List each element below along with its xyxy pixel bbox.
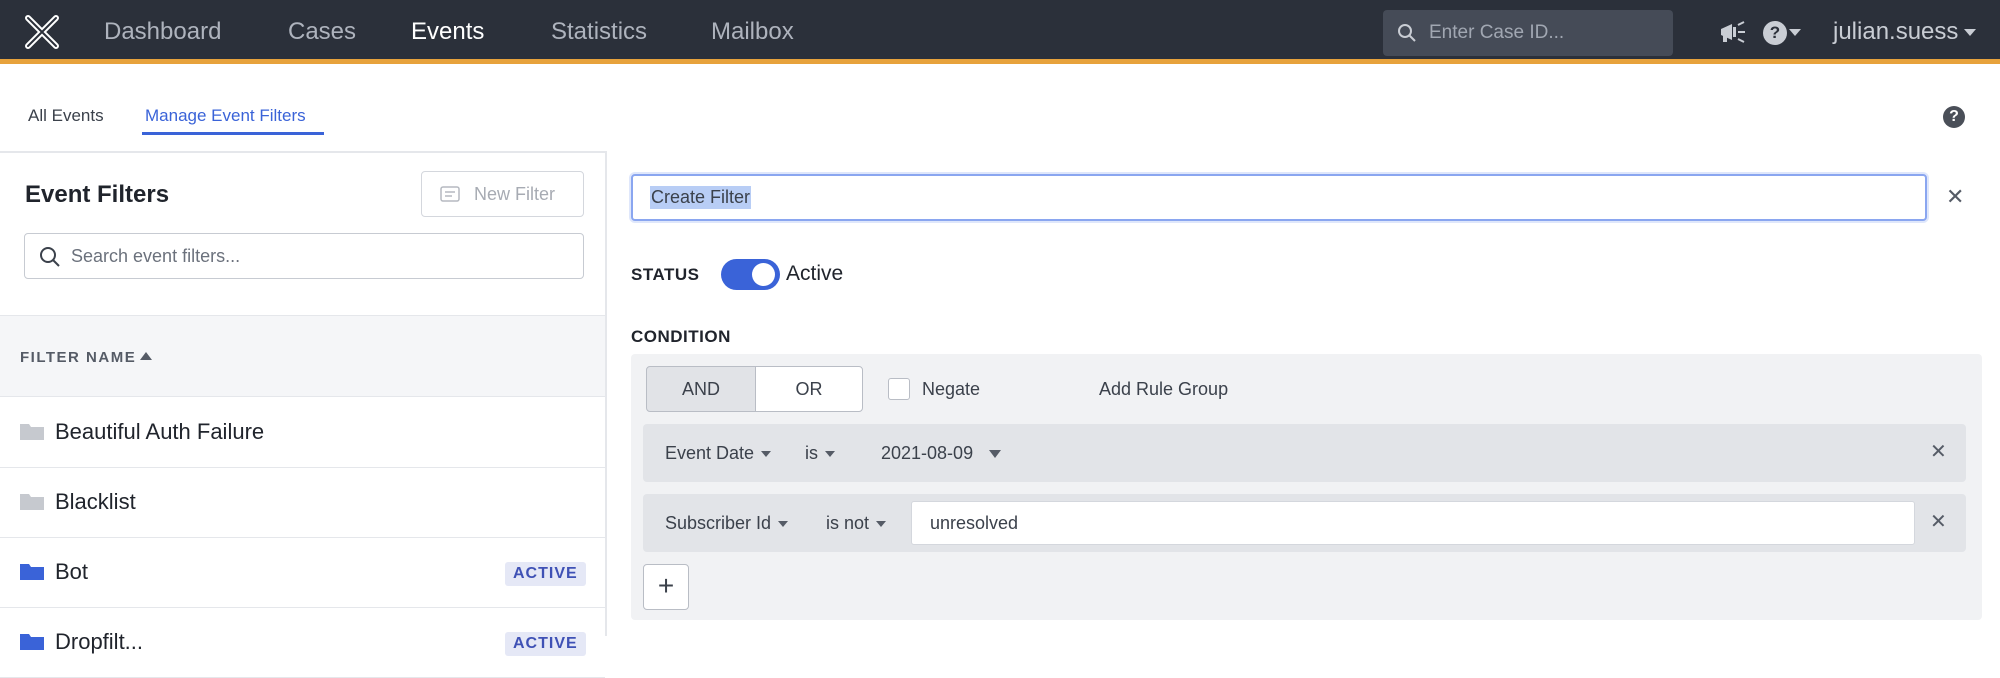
filter-name: Blacklist [55, 489, 136, 514]
announcements-icon[interactable] [1718, 20, 1746, 44]
rule-field-select[interactable]: Subscriber Id [665, 513, 789, 534]
remove-rule-icon[interactable]: ✕ [1930, 509, 1947, 534]
filter-row[interactable]: Blacklist [0, 468, 605, 538]
chevron-down-icon [876, 521, 887, 528]
or-button[interactable]: OR [755, 366, 863, 412]
status-label: STATUS [631, 265, 700, 284]
filter-doc-icon [440, 186, 460, 202]
nav-statistics[interactable]: Statistics [551, 18, 647, 46]
rule-field: Event Date [665, 443, 755, 463]
filter-list-panel: Event Filters New Filter FILTER NAME Bea… [0, 151, 607, 678]
toggle-knob [752, 263, 775, 286]
folder-icon [20, 494, 44, 510]
remove-rule-icon[interactable]: ✕ [1930, 439, 1947, 464]
column-label: FILTER NAME [20, 349, 137, 366]
chevron-down-icon [761, 451, 772, 458]
new-filter-button[interactable]: New Filter [421, 171, 584, 217]
search-icon [40, 247, 60, 267]
filter-name: Dropfilt... [55, 629, 144, 654]
nav-events[interactable]: Events [411, 18, 484, 46]
search-icon [1398, 24, 1416, 42]
rule-operator-select[interactable]: is not [826, 513, 887, 534]
rule-operator-select[interactable]: is [805, 443, 835, 464]
help-menu-icon[interactable]: ? [1763, 21, 1787, 45]
nav-mailbox[interactable]: Mailbox [711, 18, 794, 46]
sort-ascending-icon [140, 352, 152, 360]
filter-name-column-header[interactable]: FILTER NAME [0, 315, 605, 397]
username: julian.suess [1833, 18, 1959, 45]
negate-checkbox[interactable] [888, 378, 910, 400]
panel-title: Event Filters [25, 181, 170, 208]
status-toggle[interactable] [721, 259, 780, 290]
new-filter-label: New Filter [474, 184, 556, 204]
status-value: Active [786, 262, 844, 285]
filter-name-selection: Create Filter [650, 186, 752, 209]
rule-date-select[interactable]: 2021-08-09 [881, 443, 1002, 464]
filter-name: Beautiful Auth Failure [55, 419, 265, 444]
add-rule-group-button[interactable]: Add Rule Group [1099, 379, 1228, 400]
chevron-down-icon [825, 451, 835, 458]
filter-row[interactable]: Beautiful Auth Failure [0, 398, 605, 468]
nav-dashboard[interactable]: Dashboard [104, 18, 221, 46]
user-menu[interactable]: julian.suess [1833, 18, 1977, 46]
rule-operator: is not [826, 513, 870, 533]
tab-all-events[interactable]: All Events [28, 106, 104, 126]
chevron-down-icon [989, 450, 1002, 459]
chevron-down-icon [778, 521, 789, 528]
app-logo-icon[interactable] [24, 14, 60, 50]
chevron-down-icon [1964, 29, 1977, 37]
folder-icon [20, 564, 44, 580]
rule-value: 2021-08-09 [881, 443, 974, 463]
filter-name: Bot [55, 559, 89, 584]
folder-icon [20, 634, 44, 650]
case-id-input[interactable] [1429, 18, 1665, 48]
status-badge: ACTIVE [505, 562, 586, 586]
top-navbar: Dashboard Cases Events Statistics Mailbo… [0, 0, 2000, 64]
filter-search-input[interactable] [71, 242, 571, 270]
filter-row[interactable]: Bot ACTIVE [0, 538, 605, 608]
condition-label: CONDITION [631, 327, 731, 346]
case-id-search[interactable] [1383, 10, 1673, 56]
tab-manage-event-filters[interactable]: Manage Event Filters [145, 106, 306, 126]
negate-label: Negate [922, 379, 981, 399]
rule-field: Subscriber Id [665, 513, 772, 533]
filter-row[interactable]: Dropfilt... ACTIVE [0, 608, 605, 678]
close-editor-icon[interactable]: ✕ [1946, 184, 1964, 210]
rule-field-select[interactable]: Event Date [665, 443, 772, 464]
rule-row: Event Date is 2021-08-09 ✕ [643, 424, 1966, 482]
and-button[interactable]: AND [646, 366, 756, 412]
folder-icon [20, 424, 44, 440]
filter-search[interactable] [24, 233, 584, 279]
help-icon[interactable]: ? [1943, 106, 1965, 128]
nav-cases[interactable]: Cases [288, 18, 356, 46]
rule-value-input[interactable] [911, 501, 1915, 545]
active-tab-indicator [142, 132, 324, 135]
filter-name-input[interactable] [631, 174, 1927, 221]
add-rule-button[interactable]: + [643, 564, 689, 610]
rule-operator: is [805, 443, 818, 463]
rule-row: Subscriber Id is not ✕ [643, 494, 1966, 552]
chevron-down-icon [1789, 29, 1801, 36]
